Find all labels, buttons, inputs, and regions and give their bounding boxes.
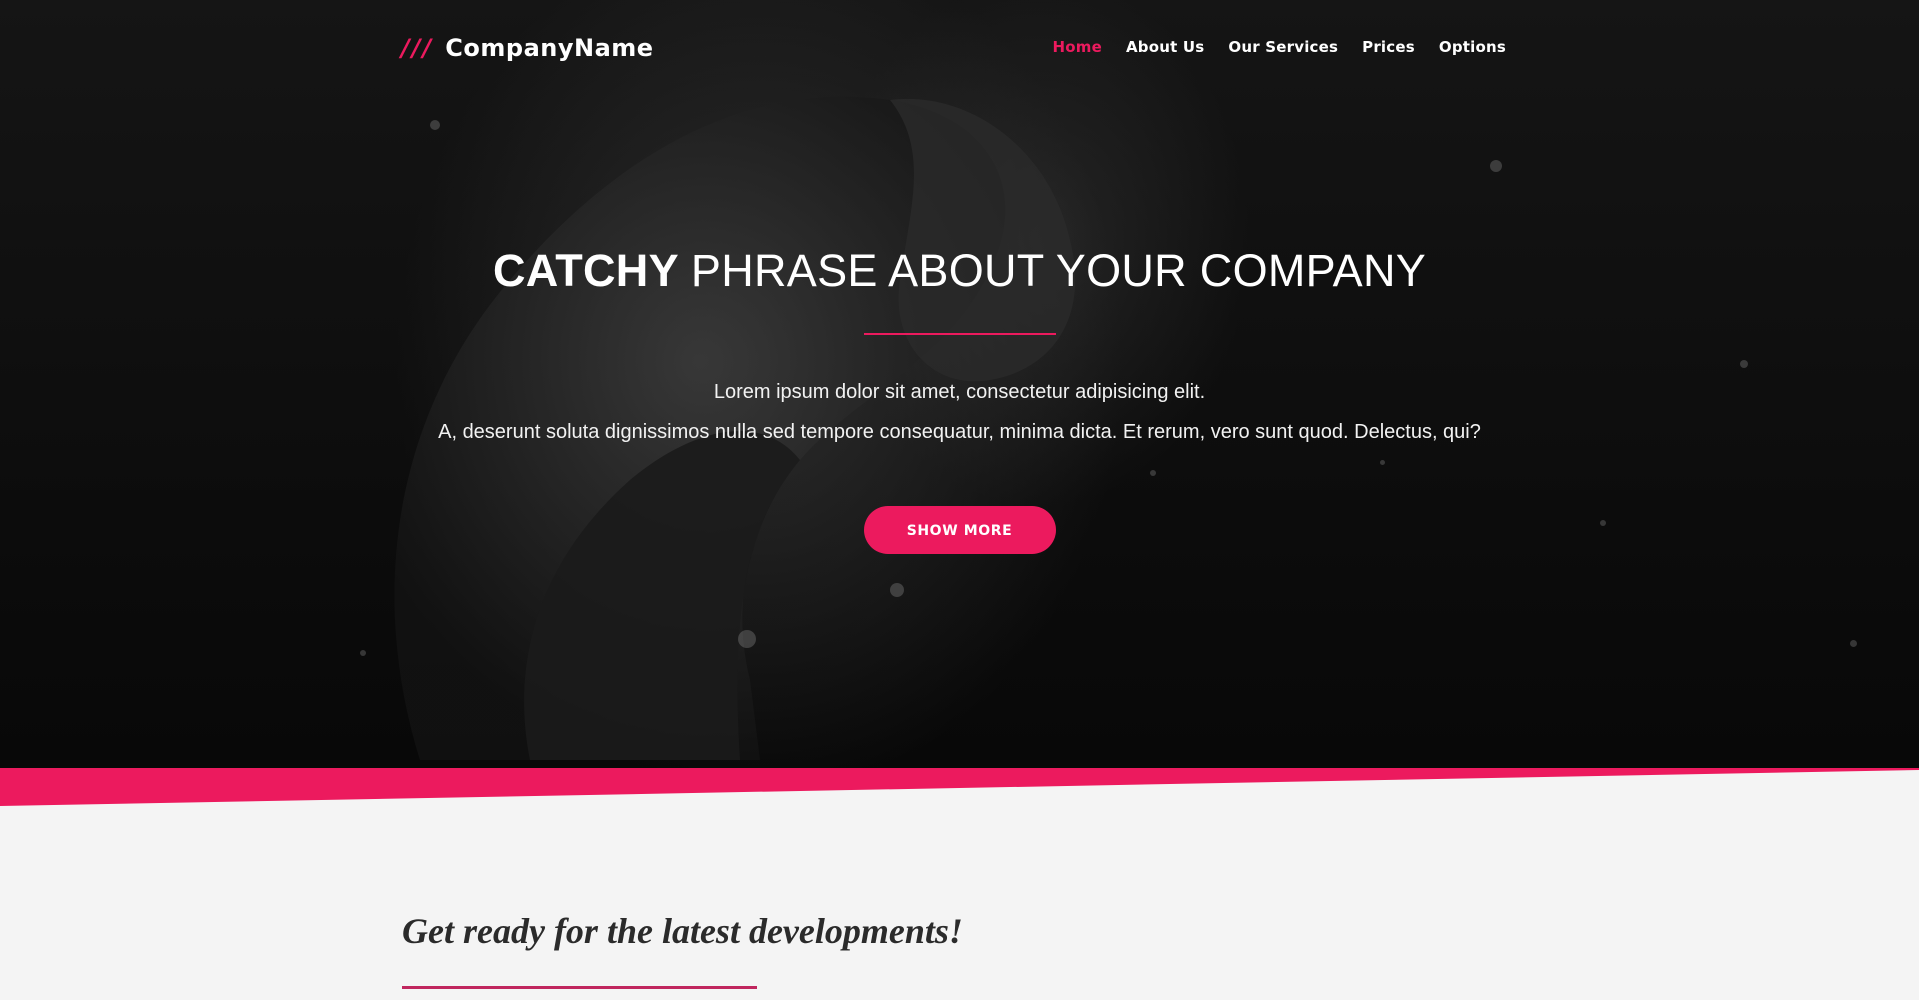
top-navbar: /// CompanyName Home About Us Our Servic… [0,0,1919,98]
nav-item-home[interactable]: Home [1052,38,1101,56]
hero-headline: CATCHY PHRASE ABOUT YOUR COMPANY [0,245,1919,297]
nav-item-about-us[interactable]: About Us [1126,38,1204,56]
section-title: Get ready for the latest developments! [402,911,963,951]
hero-tagline: Lorem ipsum dolor sit amet, consectetur … [0,372,1919,452]
hero-headline-strong: CATCHY [492,245,679,296]
hero-section: /// CompanyName Home About Us Our Servic… [0,0,1919,768]
brand-logo[interactable]: /// CompanyName [401,34,654,62]
hero-tagline-line-1: Lorem ipsum dolor sit amet, consectetur … [713,381,1206,403]
brand-name: CompanyName [445,34,654,62]
brand-mark-icon: /// [401,34,434,62]
hero-content: CATCHY PHRASE ABOUT YOUR COMPANY Lorem ip… [0,245,1919,554]
nav-item-our-services[interactable]: Our Services [1228,38,1338,56]
hero-tagline-line-2: A, deserunt soluta dignissimos nulla sed… [438,421,1481,443]
hero-headline-rest: PHRASE ABOUT YOUR COMPANY [690,245,1427,296]
nav-item-options[interactable]: Options [1439,38,1506,56]
developments-section: Get ready for the latest developments! [0,808,1919,1000]
headline-divider [863,333,1056,335]
show-more-button[interactable]: SHOW MORE [863,506,1056,554]
section-title-underline [402,986,757,989]
nav-item-prices[interactable]: Prices [1362,38,1415,56]
main-nav: Home About Us Our Services Prices Option… [1052,38,1506,56]
accent-slant-divider [0,768,1919,808]
